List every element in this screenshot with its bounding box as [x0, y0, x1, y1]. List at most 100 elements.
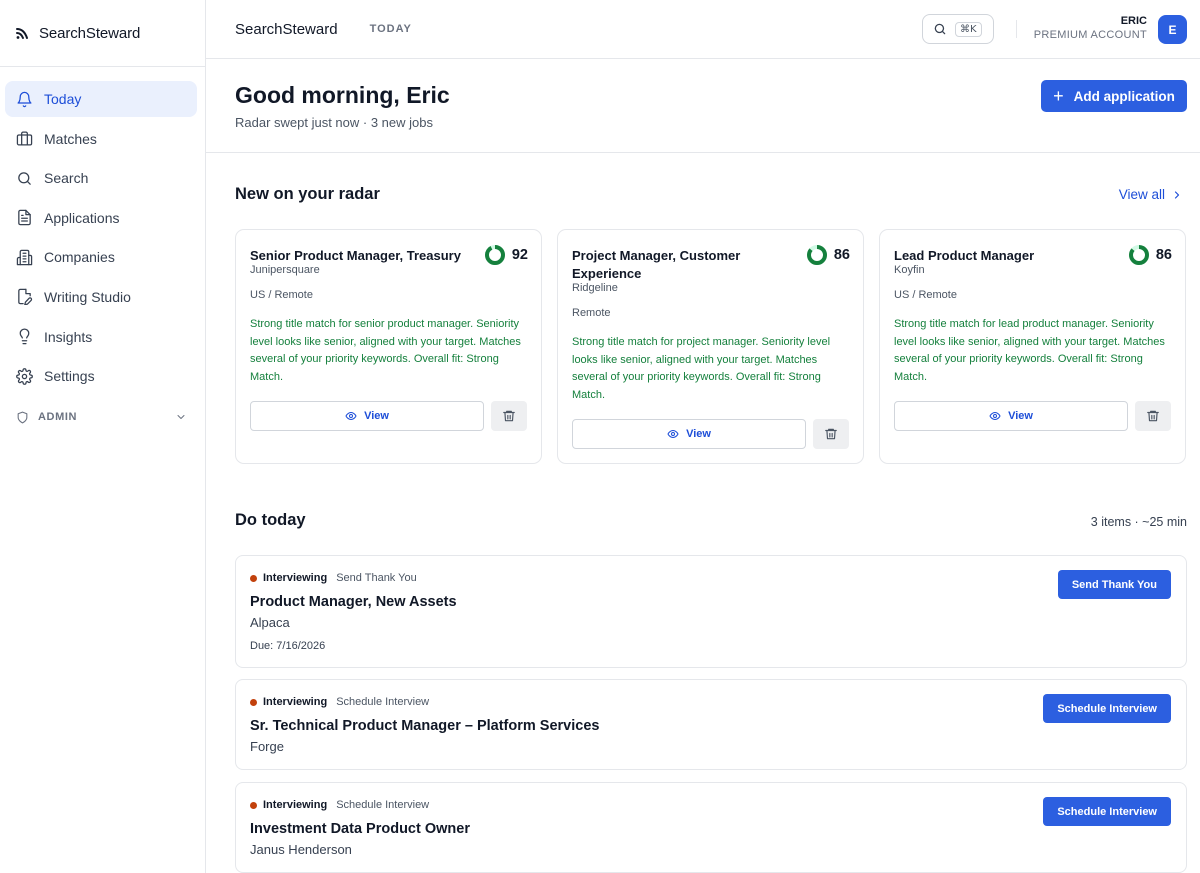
sidebar-item-today[interactable]: Today	[5, 81, 197, 117]
stage-label: Interviewing	[263, 572, 328, 584]
add-application-label: Add application	[1073, 88, 1175, 104]
sidebar-item-search[interactable]: Search	[5, 160, 197, 196]
view-all-link[interactable]: View all	[1119, 187, 1183, 202]
admin-label: ADMIN	[38, 411, 78, 424]
task-company: Alpaca	[250, 615, 290, 630]
match-score: 86	[806, 244, 850, 266]
lightbulb-icon	[19, 328, 30, 345]
score-ring-icon	[484, 245, 505, 265]
job-company: Koyfin	[894, 264, 925, 276]
trash-icon	[825, 428, 837, 440]
score-ring-icon	[806, 245, 827, 265]
avatar[interactable]: E	[1158, 15, 1187, 44]
view-button[interactable]: View	[250, 401, 484, 431]
sidebar-item-label: Matches	[44, 130, 97, 147]
do-today-title: Do today	[235, 511, 306, 529]
task-due-date: Due: 7/16/2026	[250, 640, 326, 652]
match-explanation: Strong title match for lead product mana…	[894, 318, 1165, 383]
stage-label: Interviewing	[263, 696, 328, 708]
status-dot	[250, 574, 257, 582]
user-plan: PREMIUM ACCOUNT	[1033, 29, 1147, 41]
match-explanation: Strong title match for senior product ma…	[250, 318, 521, 383]
sidebar-item-settings[interactable]: Settings	[5, 358, 197, 394]
job-location: Remote	[572, 307, 611, 319]
sidebar-item-label: Companies	[44, 249, 115, 266]
gear-icon	[16, 367, 33, 385]
score-ring-fill	[484, 245, 505, 265]
task-title: Product Manager, New Assets	[250, 594, 457, 610]
chevron-right-icon	[1174, 190, 1180, 199]
add-application-button[interactable]: + Add application	[1041, 80, 1187, 112]
score-value: 92	[511, 247, 528, 263]
divider	[1016, 20, 1017, 38]
job-location: US / Remote	[250, 289, 313, 301]
chevron-down-icon	[177, 415, 185, 420]
job-title: Project Manager, Customer Experience	[572, 248, 741, 281]
sidebar-item-companies[interactable]: Companies	[5, 239, 197, 275]
task-stage: Interviewing Schedule Interview	[250, 799, 429, 811]
search-icon	[934, 23, 946, 35]
task-stage: Interviewing Schedule Interview	[250, 696, 429, 708]
view-button[interactable]: View	[572, 419, 806, 449]
sidebar-item-applications[interactable]: Applications	[5, 200, 197, 236]
greeting-subtitle: Radar swept just now · 3 new jobs	[235, 115, 433, 130]
top-bar: SearchSteward TODAY ⌘K ERIC PREMIUM ACCO…	[206, 0, 1200, 59]
delete-button[interactable]	[1135, 401, 1171, 431]
page-app-title: SearchSteward	[235, 20, 338, 38]
next-action-label: Schedule Interview	[336, 696, 430, 708]
sidebar-item-label: Today	[44, 91, 82, 107]
next-action-label: Send Thank You	[336, 572, 417, 584]
score-value: 86	[1155, 247, 1172, 263]
task-company: Janus Henderson	[250, 842, 352, 857]
task-title: Sr. Technical Product Manager – Platform…	[250, 718, 600, 734]
task-card[interactable]: Interviewing Send Thank You Product Mana…	[235, 555, 1187, 668]
brand[interactable]: SearchSteward	[0, 0, 205, 67]
document-icon	[18, 210, 31, 226]
view-label: View	[364, 410, 389, 422]
job-title: Lead Product Manager	[894, 248, 1035, 263]
next-action-label: Schedule Interview	[336, 799, 430, 811]
job-company: Ridgeline	[572, 282, 618, 294]
job-card[interactable]: Project Manager, Customer Experience 86 …	[557, 229, 864, 464]
sidebar-item-writing-studio[interactable]: Writing Studio	[5, 279, 197, 315]
match-score: 92	[484, 244, 528, 266]
view-button[interactable]: View	[894, 401, 1128, 431]
sidebar: SearchSteward Today Matches Search Appli…	[0, 0, 206, 873]
view-all-label: View all	[1118, 187, 1165, 202]
briefcase-icon	[16, 131, 33, 146]
plus-icon: +	[1053, 86, 1064, 106]
sidebar-item-label: Writing Studio	[44, 288, 131, 305]
schedule-interview-button[interactable]: Schedule Interview	[1043, 797, 1171, 826]
sidebar-admin-toggle[interactable]: ADMIN	[16, 402, 187, 432]
task-card[interactable]: Interviewing Schedule Interview Investme…	[235, 782, 1187, 873]
job-card[interactable]: Lead Product Manager 86 Koyfin US / Remo…	[879, 229, 1186, 464]
greeting-section: Good morning, Eric Radar swept just now …	[206, 59, 1200, 153]
sidebar-item-label: Applications	[44, 209, 120, 226]
eye-icon	[667, 430, 679, 438]
delete-button[interactable]	[813, 419, 849, 449]
sidebar-item-label: Insights	[44, 328, 93, 345]
score-value: 86	[833, 247, 850, 263]
command-search-button[interactable]: ⌘K	[922, 14, 994, 44]
send-thank-you-button[interactable]: Send Thank You	[1057, 570, 1171, 599]
task-card[interactable]: Interviewing Schedule Interview Sr. Tech…	[235, 679, 1187, 770]
sidebar-item-insights[interactable]: Insights	[5, 319, 197, 355]
task-company: Forge	[250, 739, 284, 754]
radar-section-title: New on your radar	[235, 185, 380, 203]
trash-icon	[503, 410, 515, 422]
view-label: View	[1008, 410, 1033, 422]
user-info[interactable]: ERIC PREMIUM ACCOUNT	[1034, 15, 1147, 41]
job-company: Junipersquare	[250, 264, 320, 276]
sidebar-item-matches[interactable]: Matches	[5, 121, 197, 157]
delete-button[interactable]	[491, 401, 527, 431]
brand-name: SearchSteward	[39, 24, 141, 42]
sidebar-nav: Today Matches Search Applications Compan…	[0, 67, 205, 432]
shortcut-hint: ⌘K	[955, 21, 982, 37]
building-icon	[16, 249, 33, 266]
radar-logo-icon	[16, 28, 28, 39]
schedule-interview-button[interactable]: Schedule Interview	[1043, 694, 1171, 723]
job-card[interactable]: Senior Product Manager, Treasury 92 Juni…	[235, 229, 542, 464]
trash-icon	[1147, 410, 1159, 422]
page-title: Good morning, Eric	[235, 82, 450, 108]
search-icon	[18, 171, 31, 185]
